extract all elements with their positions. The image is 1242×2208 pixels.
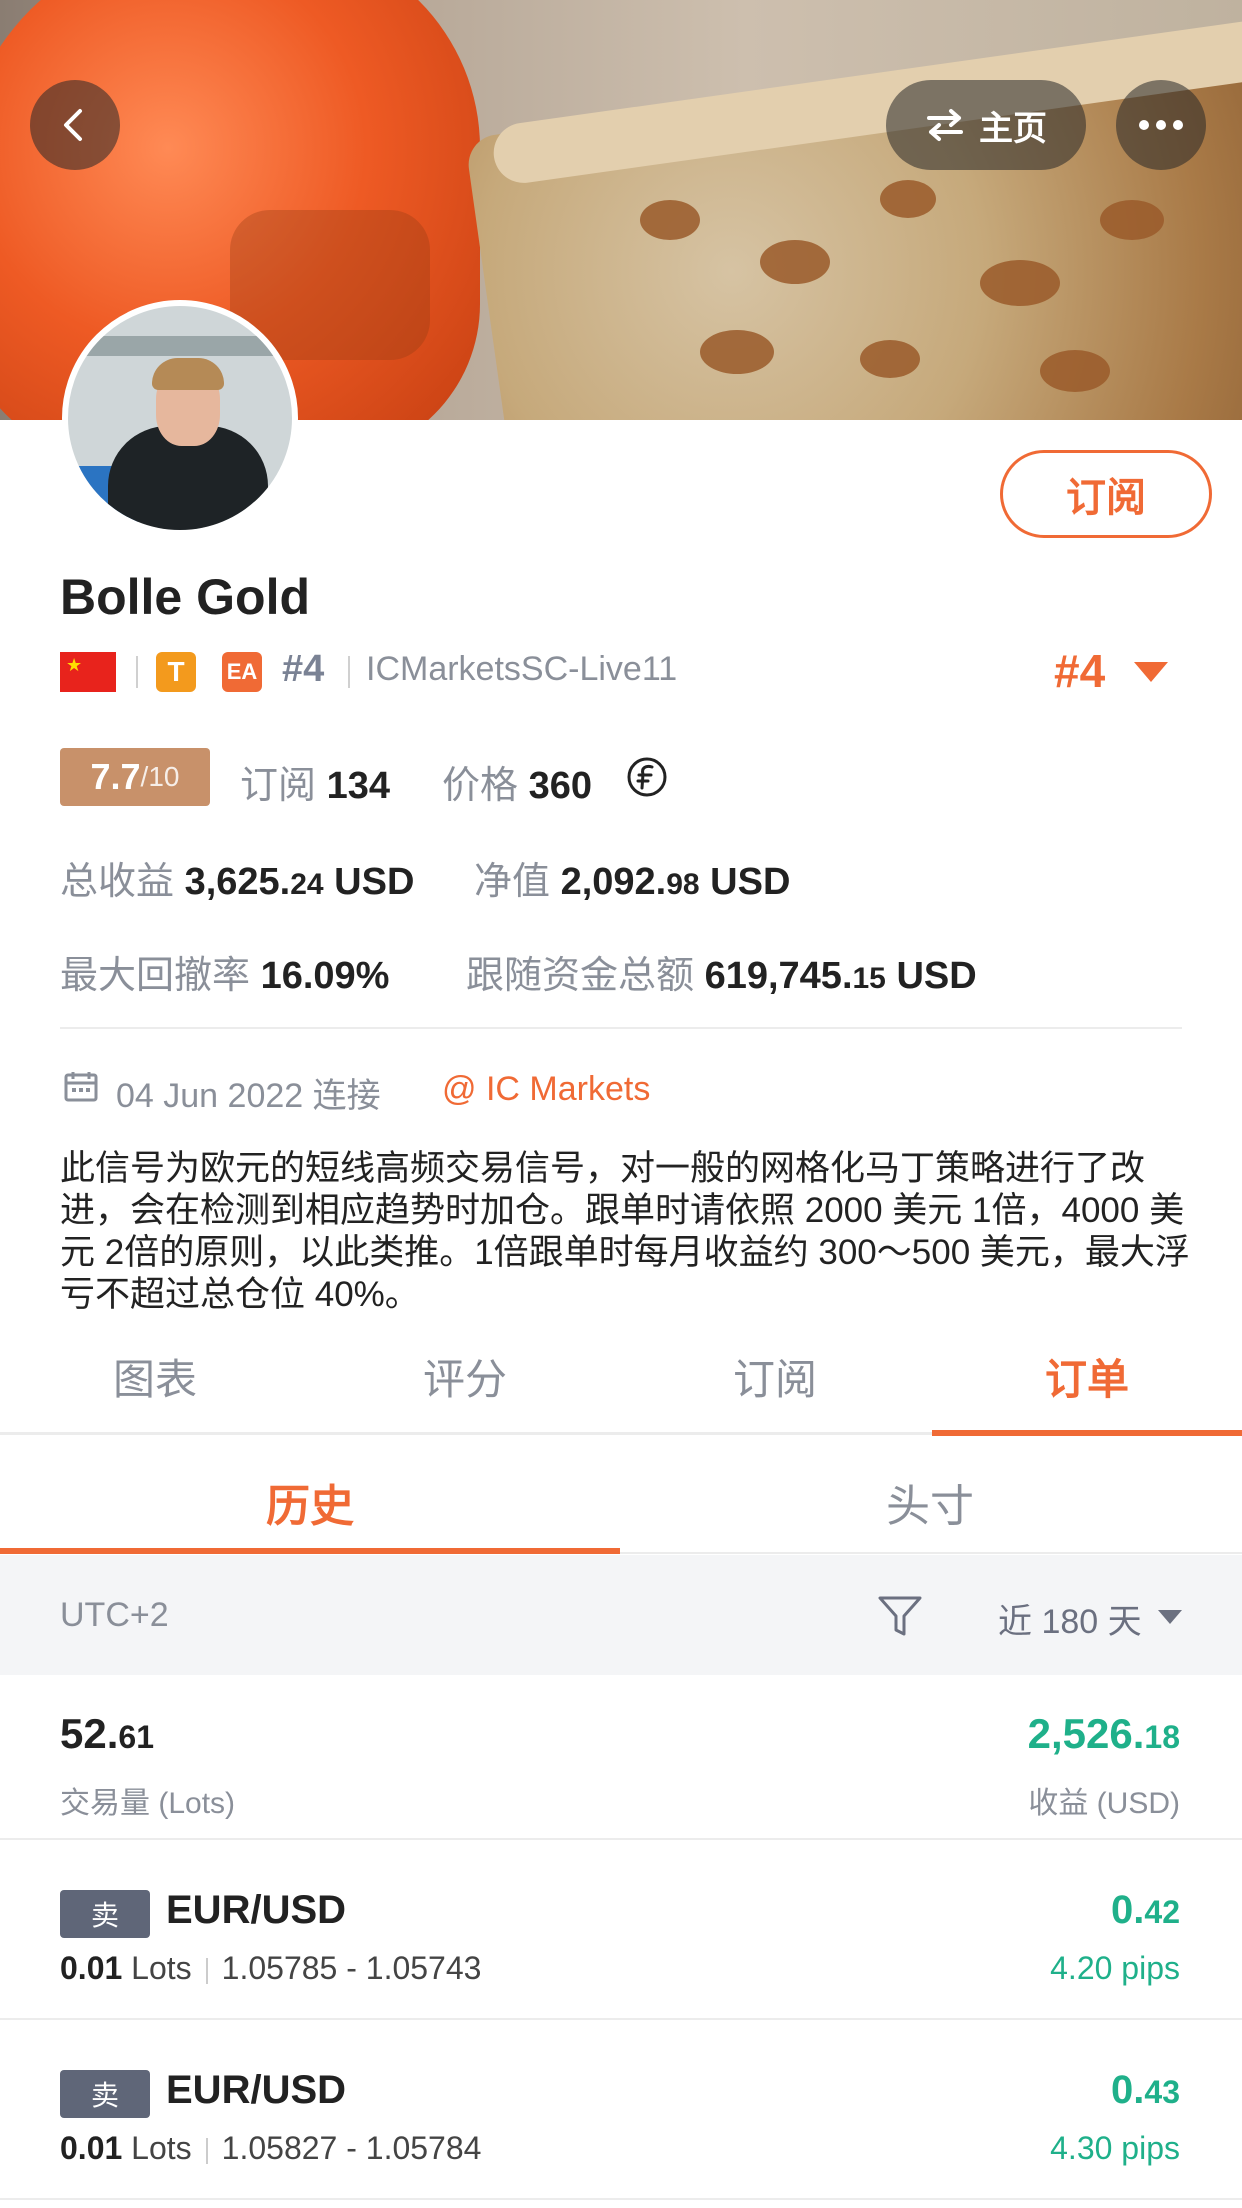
subtab-indicator [0,1548,620,1554]
divider [60,1027,1182,1029]
max-drawdown-label: 最大回撤率 [60,955,251,997]
total-profit-int: 3,625. [184,861,291,903]
order-profit-int: 0. [1111,2068,1145,2112]
rank-dropdown[interactable]: #4 [1054,644,1105,698]
order-pips: 4.30 pips [1050,2130,1180,2166]
swap-arrows-icon [927,109,963,141]
order-profit-int: 0. [1111,1888,1145,1932]
equity-dec: 98 [666,868,700,901]
score-value: 7.7 [90,756,141,797]
home-button[interactable]: 主页 [886,80,1086,170]
order-profit-dec: 43 [1144,2074,1180,2110]
order-profit: 0.42 [1111,1888,1180,1933]
volume-int: 52. [60,1710,119,1757]
broker-link[interactable]: @ IC Markets [442,1070,650,1109]
order-profit-dec: 42 [1144,1894,1180,1930]
tab-rating[interactable]: 评分 [310,1346,620,1407]
order-symbol: EUR/USD [166,1888,347,1932]
subscribe-button[interactable]: 订阅 [1000,450,1212,538]
order-lots: 0.01 Lots 1.05785 - 1.05743 [60,1950,481,1987]
total-profit-stat: 总收益 3,625.24 USD [60,850,414,905]
more-button[interactable] [1116,80,1206,170]
order-pips: 4.20 pips [1050,1950,1180,1986]
equity-int: 2,092. [560,861,667,903]
total-profit-dec: 24 [290,868,324,901]
order-row[interactable]: 卖 EUR/USD 0.01 Lots 1.05785 - 1.05743 0.4… [0,1840,1242,2020]
range-select[interactable]: 近 180 天 [998,1594,1142,1643]
separator [348,656,350,688]
separator [136,656,138,688]
order-prices: 1.05785 - 1.05743 [221,1950,482,1986]
tab-subscribe[interactable]: 订阅 [620,1346,930,1407]
lots-unit: Lots [131,1950,192,1986]
tag-ea-badge: EA [222,652,262,692]
china-flag-icon: ★ [60,652,116,692]
volume-dec: 61 [118,1719,154,1755]
follow-funds-stat: 跟随资金总额 619,745.15 USD [466,944,977,999]
order-prices: 1.05827 - 1.05784 [221,2130,482,2166]
tag-t-badge: T [156,652,196,692]
price-value: 360 [528,765,592,807]
total-profit-unit: USD [334,861,415,903]
tab-orders[interactable]: 订单 [932,1346,1242,1407]
price-label: 价格 [442,765,519,807]
profit-label: 收益 (USD) [1028,1787,1180,1820]
subscribers-stat: 订阅 134 [240,754,390,809]
filter-icon[interactable] [876,1594,924,1640]
caret-down-icon[interactable] [1158,1610,1182,1624]
avatar[interactable] [62,300,298,536]
order-symbol: EUR/USD [166,2068,347,2112]
volume-value: 52.61 [60,1710,154,1758]
follow-funds-label: 跟随资金总额 [466,955,695,997]
rank-label: #4 [282,648,325,690]
subtab-positions[interactable]: 头寸 [620,1470,1240,1534]
score-badge: 7.7/10 [60,748,210,806]
tab-chart[interactable]: 图表 [0,1346,310,1407]
connected-date: 04 Jun 2022 连接 [116,1077,381,1115]
more-horizontal-icon [1139,120,1183,130]
coin-icon [627,757,667,797]
price-stat: 价格 360 [442,754,592,809]
order-lots: 0.01 Lots 1.05827 - 1.05784 [60,2130,481,2167]
follow-funds-unit: USD [896,955,977,997]
home-label: 主页 [979,109,1047,148]
equity-label: 净值 [474,861,551,903]
side-badge: 卖 [60,2070,150,2118]
lots-value: 0.01 [60,2130,123,2166]
subscribers-value: 134 [326,765,390,807]
profit-value: 2,526.18 [1028,1710,1180,1758]
chevron-left-icon [64,109,82,141]
calendar-icon [64,1072,98,1102]
total-profit-label: 总收益 [60,861,175,903]
lots-value: 0.01 [60,1950,123,1986]
caret-down-icon[interactable] [1134,662,1168,682]
subtab-history[interactable]: 历史 [0,1470,620,1534]
lots-unit: Lots [131,2130,192,2166]
back-button[interactable] [30,80,120,170]
order-row[interactable]: 卖 EUR/USD 0.01 Lots 1.05827 - 1.05784 0.4… [0,2020,1242,2200]
order-profit: 0.43 [1111,2068,1180,2113]
trader-name: Bolle Gold [60,569,310,625]
timezone-label: UTC+2 [60,1596,169,1634]
tab-indicator [932,1430,1242,1436]
profit-int: 2,526. [1027,1710,1145,1757]
follow-funds-int: 619,745. [704,955,853,997]
equity-stat: 净值 2,092.98 USD [474,850,790,905]
equity-unit: USD [710,861,791,903]
volume-label: 交易量 (Lots) [60,1787,236,1820]
max-drawdown-stat: 最大回撤率 16.09% [60,944,389,999]
subscribers-label: 订阅 [240,765,317,807]
follow-funds-dec: 15 [852,962,886,995]
signal-description: 此信号为欧元的短线高频交易信号，对一般的网格化马丁策略进行了改进，会在检测到相应… [60,1149,1190,1314]
score-denominator: /10 [140,761,180,792]
max-drawdown-value: 16.09% [260,955,390,997]
server-name: ICMarketsSC-Live11 [366,650,678,688]
profit-dec: 18 [1144,1719,1180,1755]
side-badge: 卖 [60,1890,150,1938]
